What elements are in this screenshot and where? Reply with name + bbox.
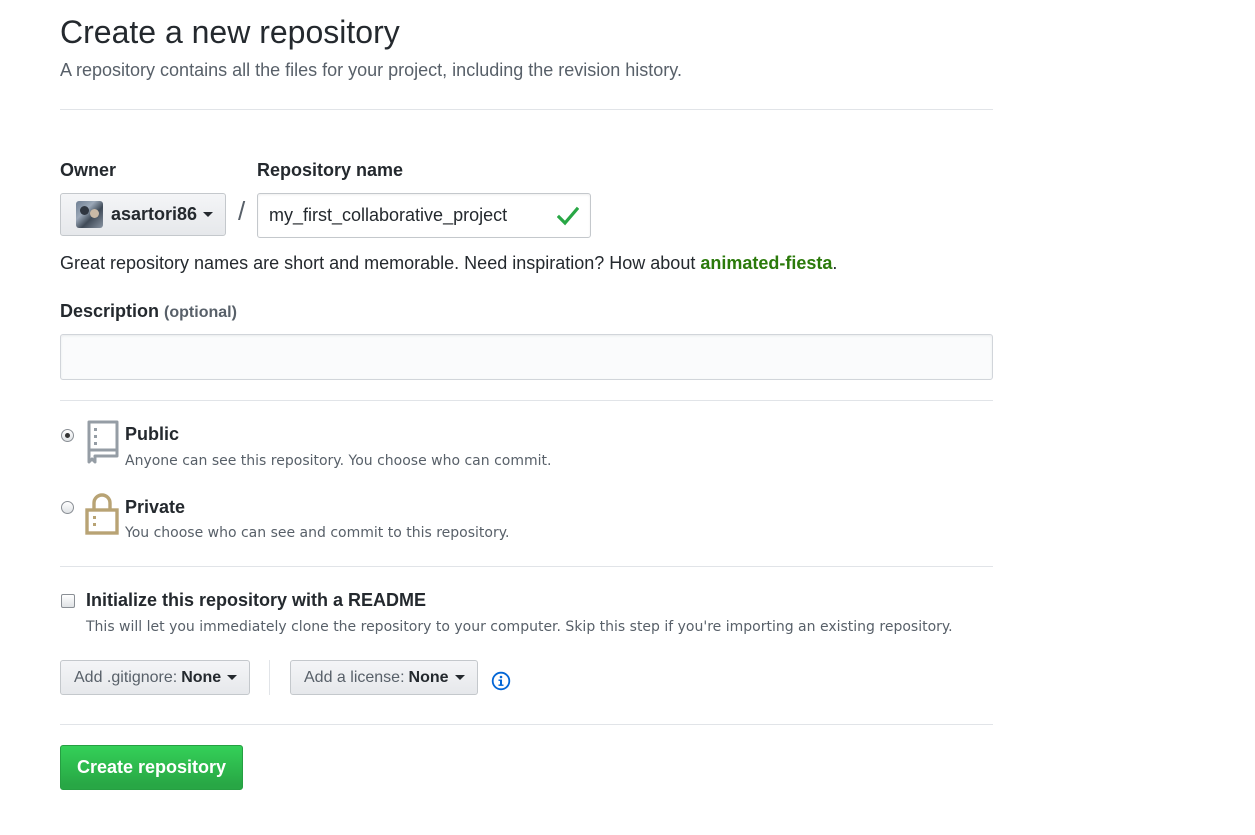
page-subtitle: A repository contains all the files for … <box>60 60 682 80</box>
divider <box>60 566 993 567</box>
caret-down-icon <box>227 675 238 680</box>
license-value: None <box>408 668 449 686</box>
avatar <box>76 201 103 228</box>
owner-repo-separator: / <box>238 196 246 226</box>
name-hint-end: . <box>832 253 838 273</box>
license-label: Add a license: <box>304 668 405 686</box>
vertical-divider <box>269 660 270 695</box>
divider <box>60 109 993 110</box>
gitignore-label: Add .gitignore: <box>74 668 178 686</box>
gitignore-value: None <box>181 668 222 686</box>
owner-label: Owner <box>60 160 117 180</box>
readme-checkbox[interactable] <box>61 594 75 608</box>
private-option-title: Private <box>125 497 186 517</box>
repo-icon <box>87 420 119 464</box>
description-label: Description (optional) <box>60 301 237 322</box>
readme-note: This will let you immediately clone the … <box>86 619 953 635</box>
description-input[interactable] <box>60 334 993 380</box>
divider <box>60 400 993 401</box>
info-icon[interactable] <box>491 671 511 691</box>
caret-down-icon <box>203 212 214 217</box>
readme-label: Initialize this repository with a README <box>86 590 427 610</box>
name-hint: Great repository names are short and mem… <box>60 253 837 274</box>
page-title: Create a new repository <box>60 14 400 50</box>
description-optional-note: (optional) <box>164 304 237 321</box>
caret-down-icon <box>454 675 465 680</box>
private-option-note: You choose who can see and commit to thi… <box>125 525 510 541</box>
public-option-note: Anyone can see this repository. You choo… <box>125 453 552 469</box>
gitignore-dropdown[interactable]: Add .gitignore: None <box>60 660 250 695</box>
divider <box>60 724 993 725</box>
owner-name: asartori86 <box>111 204 198 224</box>
private-radio[interactable] <box>61 501 74 514</box>
lock-icon <box>85 493 119 535</box>
repository-name-label: Repository name <box>257 160 404 180</box>
description-label-text: Description <box>60 301 160 321</box>
create-repository-button[interactable]: Create repository <box>60 745 243 790</box>
public-option-title: Public <box>125 424 180 444</box>
public-radio[interactable] <box>61 429 74 442</box>
owner-dropdown[interactable]: asartori86 <box>60 193 226 236</box>
license-dropdown[interactable]: Add a license: None <box>290 660 478 695</box>
name-suggestion-link[interactable]: animated-fiesta <box>700 253 832 273</box>
repository-name-input[interactable] <box>257 193 591 238</box>
check-icon <box>557 206 579 226</box>
name-hint-text: Great repository names are short and mem… <box>60 253 696 273</box>
